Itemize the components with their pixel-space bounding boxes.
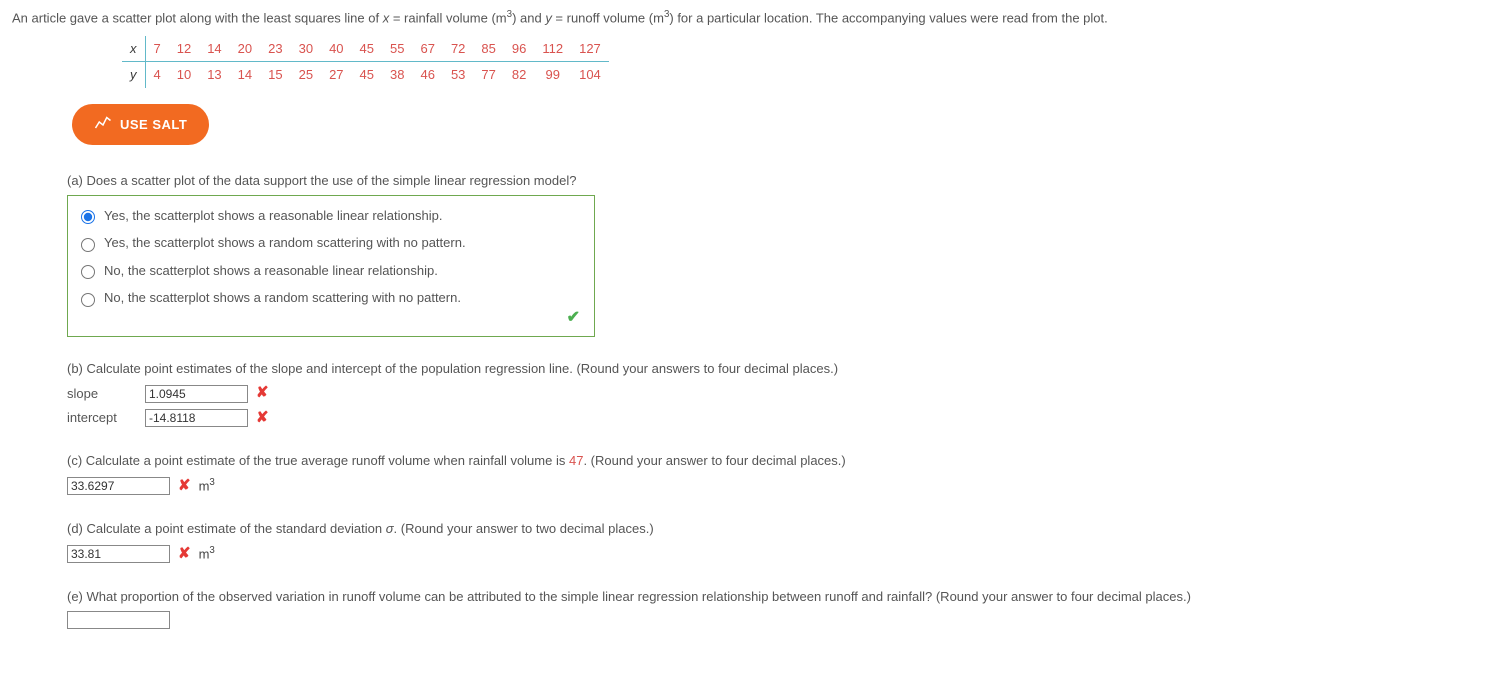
question-e-text: (e) What proportion of the observed vari…: [67, 587, 1488, 607]
wrong-x-icon: ✘: [256, 407, 269, 430]
intro-text-4: = runoff volume (m: [552, 10, 664, 25]
intercept-input[interactable]: [145, 409, 248, 427]
x-cell: 20: [230, 36, 260, 62]
y-cell: 77: [473, 62, 503, 88]
x-cell: 14: [199, 36, 229, 62]
intro-text-1: An article gave a scatter plot along wit…: [12, 10, 383, 25]
y-label: y: [122, 62, 145, 88]
y-cell: 25: [291, 62, 321, 88]
c-answer-input[interactable]: [67, 477, 170, 495]
x-cell: 96: [504, 36, 534, 62]
question-d-text: (d) Calculate a point estimate of the st…: [67, 519, 1488, 539]
salt-icon: [94, 114, 112, 136]
radio-option-3[interactable]: No, the scatterplot shows a reasonable l…: [76, 257, 586, 285]
y-cell: 45: [352, 62, 382, 88]
use-salt-button[interactable]: USE SALT: [72, 104, 209, 146]
y-cell: 38: [382, 62, 412, 88]
slope-input[interactable]: [145, 385, 248, 403]
intro-text-2: = rainfall volume (m: [389, 10, 506, 25]
question-b: (b) Calculate point estimates of the slo…: [67, 359, 1488, 430]
problem-intro: An article gave a scatter plot along wit…: [12, 8, 1488, 28]
x-cell: 7: [145, 36, 169, 62]
unit-m3: m3: [199, 544, 215, 564]
question-c: (c) Calculate a point estimate of the tr…: [67, 451, 1488, 497]
x-cell: 45: [352, 36, 382, 62]
y-cell: 99: [534, 62, 571, 88]
radio-group-a: Yes, the scatterplot shows a reasonable …: [67, 195, 595, 337]
correct-check-icon: ✔: [567, 306, 580, 330]
radio-input-1[interactable]: [81, 210, 95, 224]
x-cell: 55: [382, 36, 412, 62]
question-a: (a) Does a scatter plot of the data supp…: [67, 171, 1488, 337]
y-cell: 4: [145, 62, 169, 88]
radio-label-1: Yes, the scatterplot shows a reasonable …: [104, 206, 442, 226]
x-cell: 127: [571, 36, 609, 62]
y-cell: 82: [504, 62, 534, 88]
d-answer-input[interactable]: [67, 545, 170, 563]
wrong-x-icon: ✘: [256, 382, 269, 405]
question-a-text: (a) Does a scatter plot of the data supp…: [67, 171, 1488, 191]
wrong-x-icon: ✘: [178, 475, 191, 498]
data-table: x7121420233040455567728596112127 y410131…: [122, 36, 1488, 88]
e-answer-input[interactable]: [67, 611, 170, 629]
y-cell: 10: [169, 62, 199, 88]
radio-input-4[interactable]: [81, 293, 95, 307]
unit-m3: m3: [199, 476, 215, 496]
x-cell: 30: [291, 36, 321, 62]
x-cell: 112: [534, 36, 571, 62]
x-cell: 40: [321, 36, 351, 62]
intercept-label: intercept: [67, 408, 137, 428]
wrong-x-icon: ✘: [178, 543, 191, 566]
radio-option-1[interactable]: Yes, the scatterplot shows a reasonable …: [76, 202, 586, 230]
radio-label-2: Yes, the scatterplot shows a random scat…: [104, 233, 466, 253]
intro-text-3: ) and: [512, 10, 545, 25]
x-cell: 67: [412, 36, 442, 62]
radio-input-3[interactable]: [81, 265, 95, 279]
y-cell: 15: [260, 62, 290, 88]
question-c-text: (c) Calculate a point estimate of the tr…: [67, 451, 1488, 471]
question-d: (d) Calculate a point estimate of the st…: [67, 519, 1488, 565]
x-label: x: [122, 36, 145, 62]
radio-input-2[interactable]: [81, 238, 95, 252]
radio-label-3: No, the scatterplot shows a reasonable l…: [104, 261, 438, 281]
intro-text-5: ) for a particular location. The accompa…: [669, 10, 1107, 25]
x-cell: 85: [473, 36, 503, 62]
y-cell: 27: [321, 62, 351, 88]
question-e: (e) What proportion of the observed vari…: [67, 587, 1488, 629]
question-b-text: (b) Calculate point estimates of the slo…: [67, 359, 1488, 379]
c-value-47: 47: [569, 453, 583, 468]
x-cell: 12: [169, 36, 199, 62]
y-cell: 53: [443, 62, 473, 88]
x-cell: 72: [443, 36, 473, 62]
salt-label: USE SALT: [120, 115, 187, 135]
radio-option-2[interactable]: Yes, the scatterplot shows a random scat…: [76, 229, 586, 257]
y-cell: 14: [230, 62, 260, 88]
radio-option-4[interactable]: No, the scatterplot shows a random scatt…: [76, 284, 586, 312]
y-cell: 104: [571, 62, 609, 88]
y-cell: 46: [412, 62, 442, 88]
x-cell: 23: [260, 36, 290, 62]
slope-label: slope: [67, 384, 137, 404]
y-cell: 13: [199, 62, 229, 88]
sigma: σ: [386, 521, 394, 536]
radio-label-4: No, the scatterplot shows a random scatt…: [104, 288, 461, 308]
